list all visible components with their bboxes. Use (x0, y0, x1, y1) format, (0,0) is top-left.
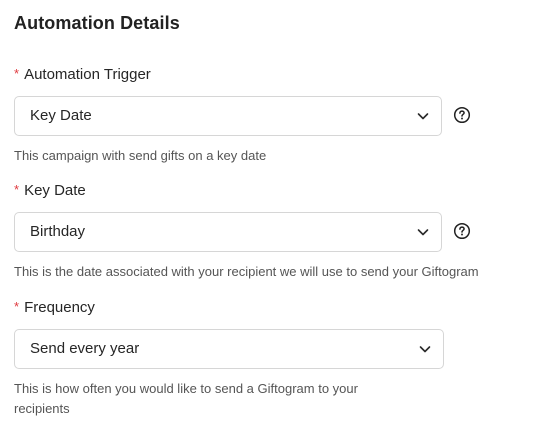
frequency-select[interactable]: Send every year (14, 329, 444, 369)
key-date-hint: This is the date associated with your re… (14, 264, 479, 279)
frequency-field: * Frequency Send every year This is how o… (14, 297, 444, 419)
question-circle-icon[interactable] (453, 106, 471, 124)
frequency-value: Send every year (30, 340, 140, 357)
required-asterisk: * (14, 299, 20, 314)
automation-trigger-label: * Automation Trigger (14, 64, 266, 84)
chevron-down-icon (419, 346, 431, 353)
chevron-down-icon (417, 229, 429, 236)
automation-trigger-label-text: Automation Trigger (24, 66, 151, 83)
frequency-hint-line-1: This is how often you would like to send… (14, 381, 358, 396)
chevron-down-icon (417, 113, 429, 120)
required-asterisk: * (14, 66, 20, 81)
key-date-label-text: Key Date (24, 182, 86, 199)
section-title: Automation Details (14, 13, 180, 33)
question-circle-icon[interactable] (453, 222, 471, 240)
frequency-row: Send every year (14, 329, 444, 369)
key-date-field: * Key Date Birthday This is the date asso… (14, 180, 479, 282)
automation-trigger-value: Key Date (30, 107, 92, 124)
frequency-label: * Frequency (14, 297, 358, 317)
key-date-row: Birthday (14, 212, 479, 252)
required-asterisk: * (14, 182, 20, 197)
frequency-label-text: Frequency (24, 299, 95, 316)
automation-trigger-field: * Automation Trigger Key Date This campai… (14, 64, 471, 166)
automation-trigger-hint: This campaign with send gifts on a key d… (14, 148, 267, 163)
key-date-value: Birthday (30, 223, 86, 240)
key-date-select[interactable]: Birthday (14, 212, 442, 252)
frequency-hint-line-2: recipients (14, 401, 70, 416)
frequency-hint: This is how often you would like to send… (14, 379, 358, 419)
key-date-label: * Key Date (14, 180, 479, 200)
automation-trigger-select[interactable]: Key Date (14, 96, 442, 136)
automation-trigger-row: Key Date (14, 96, 471, 136)
